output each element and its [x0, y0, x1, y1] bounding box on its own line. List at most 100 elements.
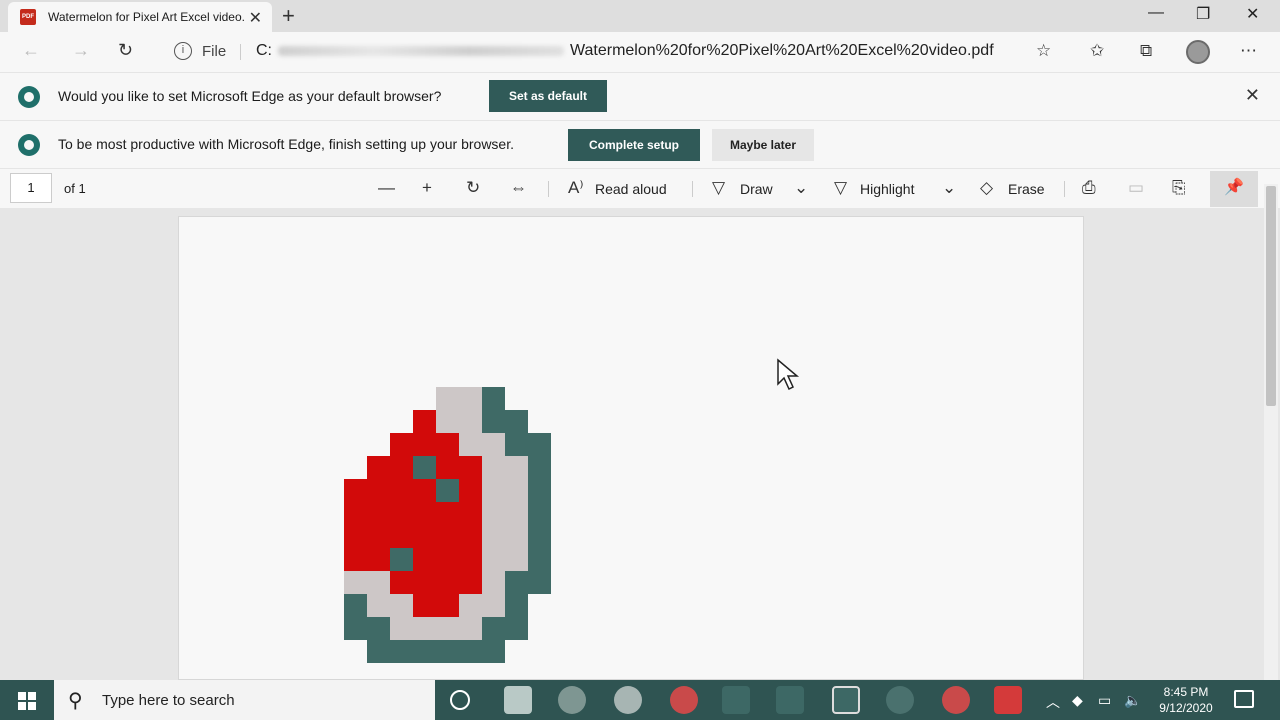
- favorite-star-icon[interactable]: ☆: [1036, 41, 1051, 61]
- erase-button[interactable]: Erase: [1008, 181, 1045, 197]
- address-bar: ← → ↻ i File C: Watermelon%20for%20Pixel%…: [0, 32, 1280, 72]
- pixel-cell: [459, 571, 482, 594]
- windows-start-icon[interactable]: [18, 692, 36, 710]
- forward-icon[interactable]: →: [72, 40, 90, 61]
- battery-icon[interactable]: ▭: [1098, 692, 1111, 709]
- tab-active[interactable]: PDF Watermelon for Pixel Art Excel video…: [8, 2, 272, 32]
- pixel-cell: [367, 456, 390, 479]
- pixel-cell: [459, 640, 482, 663]
- draw-chevron-down-icon[interactable]: ⌄: [794, 178, 808, 198]
- scrollbar-thumb[interactable]: [1266, 186, 1276, 406]
- highlight-chevron-down-icon[interactable]: ⌄: [942, 178, 956, 198]
- recorder-icon[interactable]: [994, 686, 1022, 714]
- pixel-cell: [344, 571, 367, 594]
- camtasia-icon[interactable]: [832, 686, 860, 714]
- app-icon[interactable]: [614, 686, 642, 714]
- pixel-cell: [482, 525, 505, 548]
- info-icon[interactable]: i: [174, 42, 192, 60]
- chrome-icon[interactable]: [670, 686, 698, 714]
- document-viewport: [0, 208, 1280, 680]
- complete-setup-button[interactable]: Complete setup: [568, 129, 700, 161]
- excel-icon[interactable]: [722, 686, 750, 714]
- pixel-cell: [505, 571, 528, 594]
- highlight-button[interactable]: Highlight: [860, 181, 914, 197]
- restore-icon[interactable]: ❐: [1196, 4, 1210, 24]
- pixel-cell: [482, 640, 505, 663]
- profile-avatar[interactable]: [1186, 40, 1210, 64]
- clock[interactable]: 8:45 PM 9/12/2020: [1148, 684, 1224, 716]
- taskbar-search[interactable]: ⚲ Type here to search: [54, 680, 435, 720]
- pixel-cell: [413, 410, 436, 433]
- collections-icon[interactable]: ⧉: [1140, 41, 1152, 61]
- url-field[interactable]: C: Watermelon%20for%20Pixel%20Art%20Excel…: [256, 42, 994, 60]
- save-icon[interactable]: ▭: [1128, 178, 1144, 198]
- highlight-icon[interactable]: ▽: [834, 178, 847, 198]
- default-browser-message: Would you like to set Microsoft Edge as …: [58, 88, 442, 104]
- edge-logo-icon: [18, 134, 40, 156]
- save-as-icon[interactable]: ⎘: [1172, 178, 1186, 198]
- pixel-cell: [390, 548, 413, 571]
- set-as-default-button[interactable]: Set as default: [489, 80, 607, 112]
- close-notification-icon[interactable]: ✕: [1245, 85, 1260, 106]
- volume-icon[interactable]: 🔈: [1124, 692, 1141, 709]
- pixel-cell: [482, 548, 505, 571]
- pixel-cell: [528, 571, 551, 594]
- more-icon[interactable]: ⋯: [1240, 41, 1257, 61]
- close-window-icon[interactable]: ✕: [1246, 4, 1259, 24]
- fit-page-icon[interactable]: ⇔: [510, 178, 527, 198]
- zoom-in-icon[interactable]: +: [422, 178, 432, 198]
- steam-icon[interactable]: [558, 686, 586, 714]
- pixel-cell: [390, 640, 413, 663]
- draw-button[interactable]: Draw: [740, 181, 773, 197]
- pixel-cell: [367, 479, 390, 502]
- minimize-icon[interactable]: —: [1148, 4, 1164, 22]
- maybe-later-button[interactable]: Maybe later: [712, 129, 814, 161]
- pixel-cell: [367, 502, 390, 525]
- favorites-icon[interactable]: ✩: [1090, 41, 1104, 61]
- tab-close-icon[interactable]: ✕: [249, 8, 262, 28]
- pixel-cell: [482, 387, 505, 410]
- dropbox-icon[interactable]: ◆: [1072, 692, 1083, 709]
- pixel-cell: [459, 502, 482, 525]
- pixel-cell: [505, 479, 528, 502]
- action-center-icon[interactable]: [1234, 690, 1254, 708]
- pixel-cell: [505, 548, 528, 571]
- file-explorer-icon[interactable]: [504, 686, 532, 714]
- pixel-cell: [436, 479, 459, 502]
- pixel-cell: [528, 456, 551, 479]
- word-icon[interactable]: [776, 686, 804, 714]
- cortana-icon[interactable]: [450, 690, 470, 710]
- eraser-icon[interactable]: ◇: [980, 178, 993, 198]
- pixel-cell: [482, 456, 505, 479]
- pin-toolbar-icon[interactable]: 📌: [1210, 171, 1258, 207]
- default-browser-bar: Would you like to set Microsoft Edge as …: [0, 72, 1280, 120]
- pixel-cell: [344, 479, 367, 502]
- read-aloud-button[interactable]: Read aloud: [595, 181, 667, 197]
- refresh-icon[interactable]: ↻: [118, 40, 133, 61]
- pixel-cell: [482, 479, 505, 502]
- pixel-cell: [459, 548, 482, 571]
- tray-chevron-up-icon[interactable]: ︿: [1046, 692, 1060, 712]
- edge-taskbar-icon[interactable]: [886, 686, 914, 714]
- back-icon[interactable]: ←: [22, 40, 40, 61]
- url-filename: Watermelon%20for%20Pixel%20Art%20Excel%2…: [570, 42, 994, 59]
- pixel-cell: [390, 479, 413, 502]
- draw-icon[interactable]: ▽: [712, 178, 725, 198]
- pixel-cell: [390, 525, 413, 548]
- rotate-icon[interactable]: ↻: [466, 178, 480, 198]
- clock-date: 9/12/2020: [1159, 701, 1213, 715]
- zoom-out-icon[interactable]: —: [378, 178, 395, 198]
- page-number-input[interactable]: 1: [10, 173, 52, 203]
- new-tab-icon[interactable]: +: [282, 3, 295, 29]
- divider: [1064, 181, 1065, 197]
- pixel-cell: [482, 617, 505, 640]
- print-icon[interactable]: ⎙: [1082, 178, 1096, 198]
- read-aloud-icon[interactable]: A⁾: [568, 178, 584, 198]
- pixel-cell: [436, 456, 459, 479]
- pixel-cell: [436, 433, 459, 456]
- chrome-alt-icon[interactable]: [942, 686, 970, 714]
- pixel-cell: [459, 525, 482, 548]
- pixel-cell: [436, 640, 459, 663]
- pixel-cell: [505, 456, 528, 479]
- pixel-cell: [482, 502, 505, 525]
